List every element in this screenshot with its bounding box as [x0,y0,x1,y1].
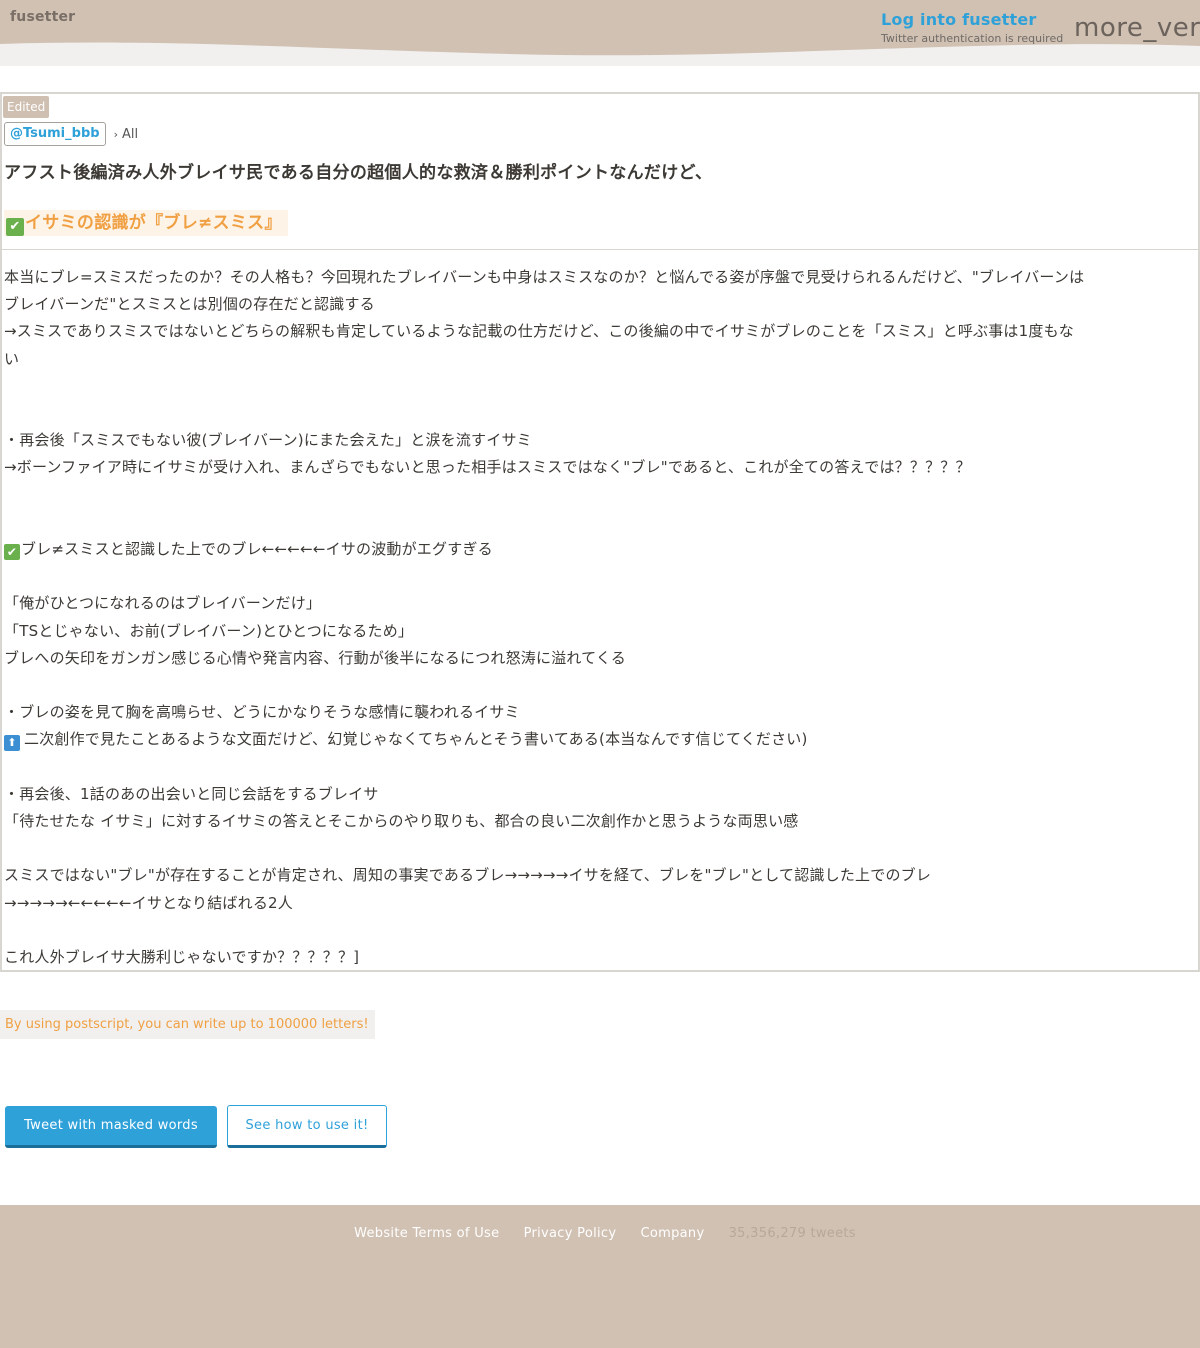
body-line [4,373,1196,400]
post-title: アフスト後編済み人外ブレイサ民である自分の超個人的な救済＆勝利ポイントなんだけど… [4,163,713,183]
tweet-count: 35,356,279 tweets [728,1226,856,1241]
body-line: ブレイバーンだ"とスミスとは別個の存在だと認識する [4,291,1196,318]
body-line-text: ・再会後、1話のあの出会いと同じ会話をするブレイサ [4,784,379,803]
body-line [4,835,1196,862]
user-handle-link[interactable]: @Tsumi_bbb [4,122,106,146]
body-line-text: ブレへの矢印をガンガン感じる心情や発言内容、行動が後半になるにつれ怒涛に溢れてく… [4,648,627,667]
body-line-text: →→→→→←←←←←イサとなり結ばれる2人 [4,893,293,912]
body-line-text: →スミスでありスミスではないとどちらの解釈も肯定しているような記載の仕方だけど、… [4,322,1074,341]
post-card: Edited @Tsumi_bbb › All アフスト後編済み人外ブレイサ民で… [0,92,1200,972]
app-header: fusetter Log into fusetter Twitter authe… [0,0,1200,66]
body-line: スミスではない"ブレ"が存在することが肯定され、周知の事実であるブレ→→→→→イ… [4,862,1196,889]
body-line: 本当にブレ=スミスだったのか？その人格も？今回現れたブレイバーンも中身はスミスな… [4,264,1196,291]
footer-links: Website Terms of Use Privacy Policy Comp… [0,1226,1200,1241]
highlight-text: イサミの認識が『ブレ≠スミス』 [25,213,282,233]
login-subtext: Twitter authentication is required [881,32,1064,45]
edited-badge: Edited [3,96,50,118]
body-line: ブレへの矢印をガンガン感じる心情や発言内容、行動が後半になるにつれ怒涛に溢れてく… [4,645,1196,672]
login-link[interactable]: Log into fusetter [881,10,1071,29]
body-line: ✔ ブレ≠スミスと認識した上でのブレ←←←←←イサの波動がエグすぎる [4,536,1196,563]
body-line: い [4,346,1196,373]
body-line-text: これ人外ブレイサ大勝利じゃないですか？？？？？] [4,947,360,966]
footer-terms-link[interactable]: Website Terms of Use [354,1226,499,1241]
body-line-text: ・再会後「スミスでもない彼(ブレイバーン)にまた会えた」と涙を流すイサミ [4,431,532,450]
body-line-text: 本当にブレ=スミスだったのか？その人格も？今回現れたブレイバーンも中身はスミスな… [4,268,1085,286]
body-line [4,563,1196,590]
body-line: 「TSとじゃない、お前(ブレイバーン)とひとつになるため」 [4,618,1196,645]
body-line-text: 「TSとじゃない、お前(ブレイバーン)とひとつになるため」 [4,621,414,640]
highlight-heading: ✔ イサミの認識が『ブレ≠スミス』 [4,210,288,236]
check-mark-icon: ✔ [6,218,24,236]
body-line-text: ・ブレの姿を見て胸を高鳴らせ、どうにかなりそうな感情に襲われるイサミ [4,703,520,722]
check-mark-icon: ✔ [4,543,20,560]
body-line [4,672,1196,699]
body-line [4,400,1196,427]
body-line: →ボーンファイア時にイサミが受け入れ、まんざらでもないと思った相手はスミスではな… [4,454,1196,481]
body-line [4,917,1196,944]
body-line-text: 「待たせたな イサミ」に対するイサミの答えとそこからのやり取りも、都合の良い二次… [4,811,799,830]
body-line: ⬆ 二次創作で見たことあるような文面だけど、幻覚じゃなくてちゃんとそう書いてある(… [4,726,1196,753]
body-line: →スミスでありスミスではないとどちらの解釈も肯定しているような記載の仕方だけど、… [4,318,1196,345]
body-line: ・ブレの姿を見て胸を高鳴らせ、どうにかなりそうな感情に襲われるイサミ [4,699,1196,726]
tweet-masked-button[interactable]: Tweet with masked words [5,1106,217,1148]
body-line-text: →ボーンファイア時にイサミが受け入れ、まんざらでもないと思った相手はスミスではな… [4,458,971,477]
postscript-note: By using postscript, you can write up to… [0,1010,375,1039]
how-to-use-button[interactable]: See how to use it! [227,1105,387,1148]
body-line-text: スミスではない"ブレ"が存在することが肯定され、周知の事実であるブレ→→→→→イ… [4,866,932,885]
body-line: 「待たせたな イサミ」に対するイサミの答えとそこからのやり取りも、都合の良い二次… [4,808,1196,835]
breadcrumb-all-link[interactable]: All [122,127,138,142]
up-arrow-icon: ⬆ [4,735,20,752]
body-line: これ人外ブレイサ大勝利じゃないですか？？？？？] [4,944,1196,971]
login-block: Log into fusetter Twitter authentication… [881,10,1071,45]
body-line-text: 「俺がひとつになれるのはブレイバーンだけ」 [4,594,322,613]
body-line [4,754,1196,781]
body-line-text: ブレイバーンだ"とスミスとは別個の存在だと認識する [4,295,375,314]
body-line: →→→→→←←←←←イサとなり結ばれる2人 [4,890,1196,917]
divider [2,249,1198,250]
breadcrumb: @Tsumi_bbb › All [4,122,138,146]
body-line: ・再会後、1話のあの出会いと同じ会話をするブレイサ [4,781,1196,808]
footer-privacy-link[interactable]: Privacy Policy [524,1226,617,1241]
post-body: 本当にブレ=スミスだったのか？その人格も？今回現れたブレイバーンも中身はスミスな… [4,264,1196,971]
footer: Website Terms of Use Privacy Policy Comp… [0,1205,1200,1348]
body-line [4,482,1196,509]
breadcrumb-separator: › [113,127,118,141]
footer-company-link[interactable]: Company [641,1226,705,1241]
body-line-text: い [4,349,20,368]
body-line-text: ブレ≠スミスと認識した上でのブレ←←←←←イサの波動がエグすぎる [21,539,493,558]
body-line-text: 二次創作で見たことあるような文面だけど、幻覚じゃなくてちゃんとそう書いてある(本… [24,730,808,749]
app-logo[interactable]: fusetter [10,9,75,25]
body-line: ・再会後「スミスでもない彼(ブレイバーン)にまた会えた」と涙を流すイサミ [4,427,1196,454]
more-vert-icon[interactable]: more_vert [1074,13,1200,43]
body-line [4,509,1196,536]
body-line: 「俺がひとつになれるのはブレイバーンだけ」 [4,590,1196,617]
